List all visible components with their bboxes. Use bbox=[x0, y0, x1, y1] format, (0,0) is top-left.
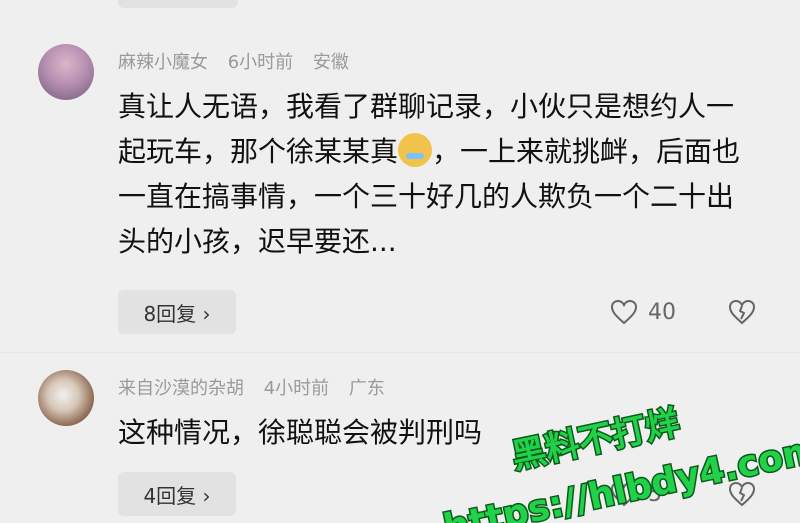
avatar[interactable] bbox=[38, 370, 94, 426]
like-count: 40 bbox=[648, 299, 676, 325]
comment-text: 真让人无语，我看了群聊记录，小伙只是想约人一起玩车，那个徐某某真 ，一上来就挑衅，… bbox=[118, 84, 758, 264]
broken-heart-icon bbox=[728, 481, 756, 507]
like-button[interactable]: 40 bbox=[610, 290, 676, 334]
like-button[interactable]: 5 bbox=[610, 472, 662, 516]
location: 广东 bbox=[348, 378, 385, 399]
username[interactable]: 麻辣小魔女 bbox=[118, 52, 208, 73]
comment-meta: 来自沙漠的杂胡 4小时前 广东 bbox=[118, 374, 399, 400]
dislike-button[interactable] bbox=[726, 472, 762, 516]
replies-button[interactable]: 4回复 › bbox=[118, 472, 236, 516]
username[interactable]: 来自沙漠的杂胡 bbox=[118, 378, 244, 399]
like-count: 5 bbox=[648, 481, 662, 507]
heart-outline-icon bbox=[610, 481, 638, 507]
avatar[interactable] bbox=[38, 44, 94, 100]
divider bbox=[0, 352, 800, 353]
replies-label: 8回复 › bbox=[143, 301, 211, 326]
dislike-button[interactable] bbox=[726, 290, 762, 334]
broken-heart-icon bbox=[728, 299, 756, 325]
location: 安徽 bbox=[312, 52, 349, 73]
comment-text: 这种情况，徐聪聪会被判刑吗 bbox=[118, 416, 483, 449]
comment-meta: 麻辣小魔女 6小时前 安徽 bbox=[118, 48, 363, 74]
replies-button[interactable]: 8回复 › bbox=[118, 290, 236, 334]
previous-reply-button-stub bbox=[118, 0, 238, 8]
replies-label: 4回复 › bbox=[143, 483, 211, 508]
heart-outline-icon bbox=[610, 299, 638, 325]
timestamp: 4小时前 bbox=[263, 378, 330, 399]
nauseated-face-emoji-icon bbox=[398, 133, 433, 167]
timestamp: 6小时前 bbox=[227, 52, 294, 73]
